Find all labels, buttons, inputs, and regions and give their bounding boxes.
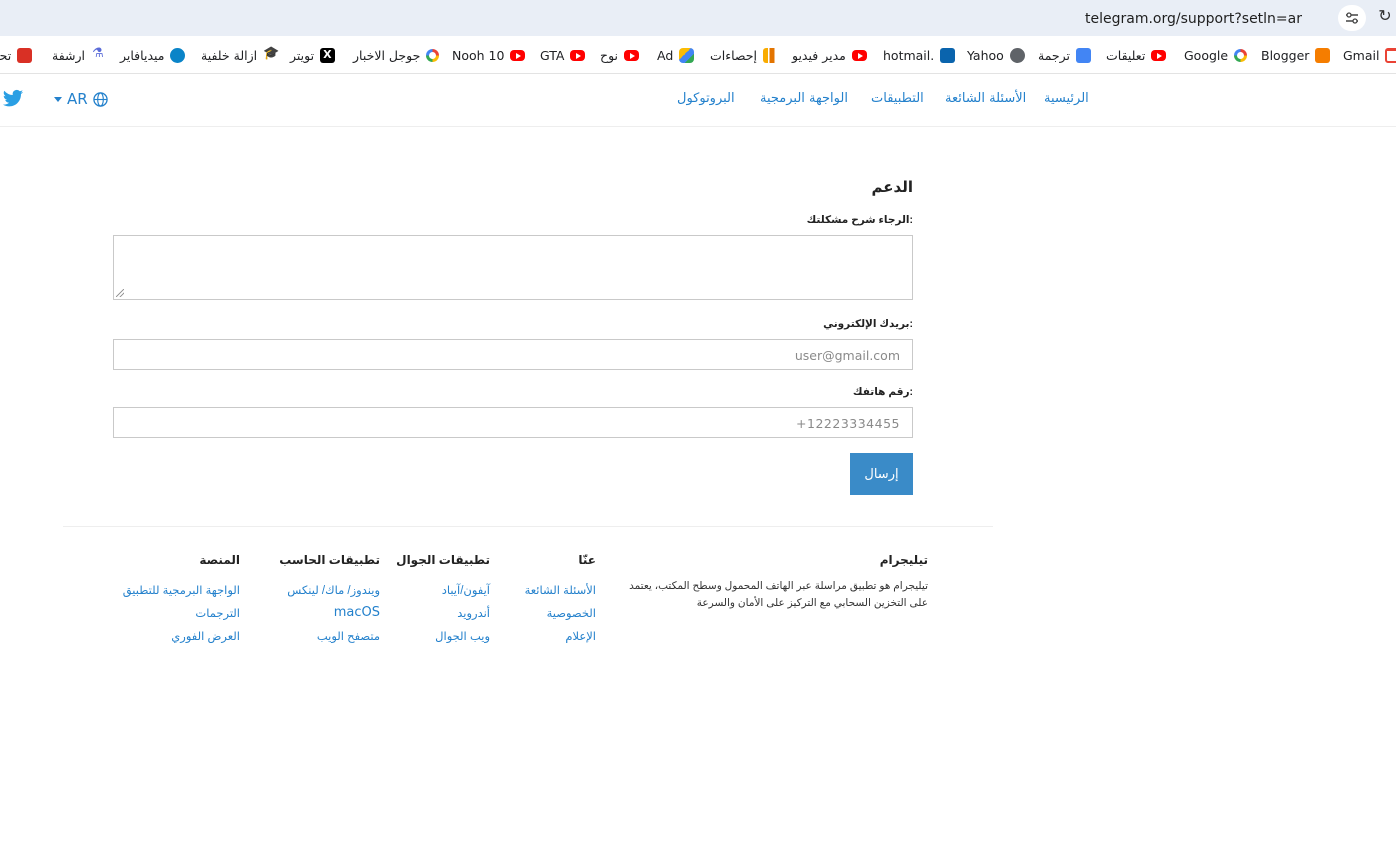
- site-header: AR الرئيسية الأسئلة الشائعة التطبيقات ال…: [0, 75, 1396, 127]
- bookmark-video-manager[interactable]: مدير فيديو: [792, 46, 867, 64]
- footer-link-instant-view[interactable]: العرض الفوري: [171, 629, 240, 643]
- translate-icon: [1076, 47, 1092, 63]
- footer-link-ios[interactable]: آيفون/آيباد: [442, 583, 490, 597]
- footer-telegram-desc: تيليجرام هو تطبيق مراسلة عبر الهاتف المح…: [629, 580, 928, 609]
- problem-textarea[interactable]: [113, 235, 913, 300]
- footer-link-mobile-web[interactable]: ويب الجوال: [435, 629, 490, 643]
- email-field[interactable]: user@gmail.com: [113, 339, 913, 370]
- footer-link-api[interactable]: الواجهة البرمجية للتطبيق: [123, 583, 240, 597]
- twitter-icon[interactable]: [2, 89, 24, 111]
- bookmarks-bar: Gmail Blogger Google تعليقات ترجمة Yahoo…: [0, 36, 1396, 74]
- browser-address-bar: telegram.org/support?setln=ar ↻: [0, 0, 1396, 36]
- graduation-cap-icon: [263, 46, 279, 63]
- bookmark-mediafire[interactable]: ميديافاير: [120, 46, 186, 64]
- footer-link-desktop[interactable]: ويندوز/ ماك/ لينكس: [287, 583, 380, 597]
- bookmark-yahoo[interactable]: Yahoo: [967, 46, 1025, 64]
- mediafire-icon: [170, 47, 186, 63]
- language-selector[interactable]: AR: [54, 90, 108, 108]
- footer-link-privacy[interactable]: الخصوصية: [547, 606, 596, 620]
- url-text[interactable]: telegram.org/support?setln=ar: [1085, 11, 1302, 27]
- bookmark-hotmail[interactable]: hotmail.: [883, 46, 956, 64]
- bookmark-more[interactable]: تحـ: [0, 46, 33, 64]
- submit-button[interactable]: إرسال: [850, 453, 913, 495]
- youtube-icon: [624, 49, 640, 61]
- bookmark-gmail[interactable]: Gmail: [1343, 46, 1396, 64]
- bookmark-nooh10[interactable]: Nooh 10: [452, 46, 526, 64]
- footer-link-press[interactable]: الإعلام: [565, 629, 596, 643]
- youtube-icon: [851, 49, 867, 61]
- bookmark-archive[interactable]: ارشفة: [52, 46, 106, 64]
- nav-home[interactable]: الرئيسية: [1044, 91, 1089, 106]
- bookmark-remove-bg[interactable]: ازالة خلفية: [201, 46, 279, 64]
- bookmark-blogger[interactable]: Blogger: [1261, 46, 1331, 64]
- globe-icon: [92, 91, 108, 107]
- page-title: الدعم: [871, 179, 913, 196]
- phone-field[interactable]: +12223334455: [113, 407, 913, 438]
- qr-icon: [17, 47, 33, 63]
- bookmark-google-news[interactable]: جوجل الاخبار: [353, 46, 440, 64]
- footer-telegram-title: تيليجرام: [879, 553, 928, 567]
- gmail-icon: [1385, 47, 1396, 63]
- footer-mobile-title: تطبيقات الجوال: [396, 553, 490, 567]
- footer-about-title: عنّا: [578, 553, 596, 567]
- bookmark-gta[interactable]: GTA: [540, 46, 586, 64]
- bookmark-ads[interactable]: Ad: [657, 46, 695, 64]
- youtube-icon: [570, 49, 586, 61]
- footer-link-faq[interactable]: الأسئلة الشائعة: [525, 583, 596, 597]
- phone-placeholder: +12223334455: [796, 416, 900, 431]
- email-label: بريدك الإلكتروني:: [823, 318, 913, 330]
- youtube-icon: [1151, 49, 1167, 61]
- site-settings-icon[interactable]: [1338, 5, 1366, 31]
- bookmark-statistics[interactable]: إحصاءات: [710, 46, 778, 64]
- bookmark-nooh[interactable]: نوح: [600, 46, 640, 64]
- omnibox[interactable]: telegram.org/support?setln=ar: [0, 2, 1368, 34]
- x-icon: [320, 47, 336, 63]
- divider: [63, 526, 993, 527]
- blogger-icon: [1315, 47, 1331, 63]
- google-icon: [426, 48, 440, 62]
- nav-faq[interactable]: الأسئلة الشائعة: [945, 91, 1026, 106]
- footer-desktop-title: تطبيقات الحاسب: [279, 553, 380, 567]
- bookmark-google[interactable]: Google: [1184, 46, 1248, 64]
- footer-link-android[interactable]: أندرويد: [457, 606, 490, 620]
- youtube-icon: [510, 49, 526, 61]
- archive-icon: [91, 46, 106, 63]
- email-placeholder: user@gmail.com: [794, 348, 900, 363]
- outlook-icon: [940, 47, 956, 63]
- footer-link-web-browser[interactable]: متصفح الويب: [317, 629, 380, 643]
- problem-label: الرجاء شرح مشكلتك:: [806, 214, 913, 226]
- bookmark-comments[interactable]: تعليقات: [1106, 46, 1167, 64]
- nav-api[interactable]: الواجهة البرمجية: [760, 91, 848, 106]
- caret-down-icon: [54, 96, 62, 102]
- footer-link-translations[interactable]: الترجمات: [195, 606, 240, 620]
- analytics-icon: [762, 47, 778, 63]
- bookmark-translate[interactable]: ترجمة: [1038, 46, 1092, 64]
- globe-icon: [1009, 47, 1025, 63]
- resize-grip-icon[interactable]: [116, 289, 124, 297]
- nav-protocol[interactable]: البروتوكول: [677, 91, 735, 106]
- bookmark-twitter[interactable]: تويتر: [290, 46, 336, 64]
- nav-apps[interactable]: التطبيقات: [871, 91, 924, 106]
- footer-link-macos[interactable]: macOS: [334, 605, 380, 620]
- phone-label: رقم هاتفك:: [852, 386, 913, 398]
- reload-icon[interactable]: ↻: [1376, 8, 1394, 26]
- google-icon: [1234, 48, 1248, 62]
- google-ads-icon: [679, 47, 695, 63]
- footer-platform-title: المنصة: [199, 553, 240, 567]
